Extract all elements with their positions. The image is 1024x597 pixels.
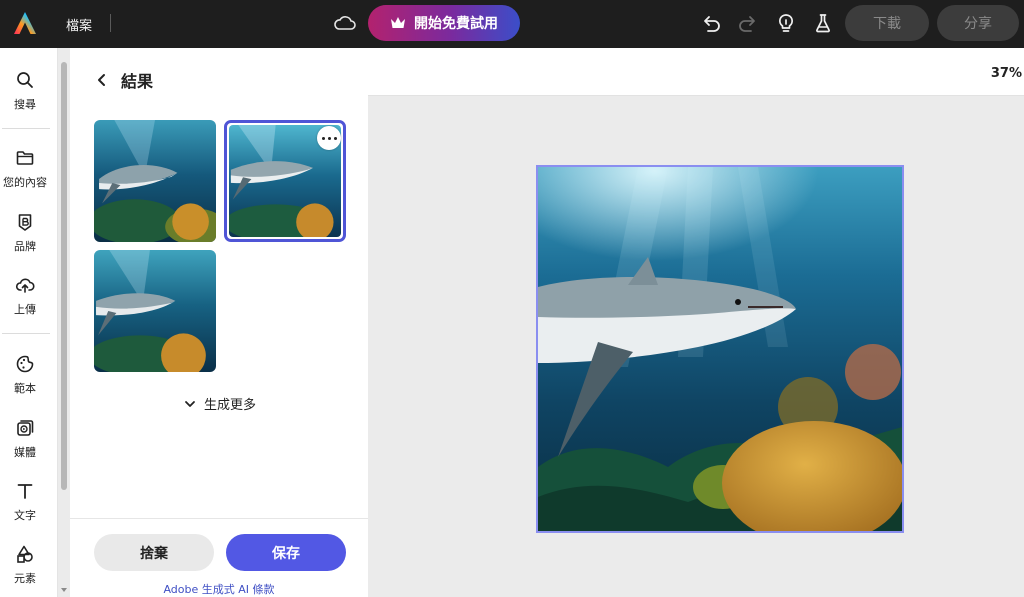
top-bar: 檔案 開始免費試用 下載 分享 [0, 0, 1024, 48]
more-dot-icon [327, 136, 331, 140]
rail-item-elements[interactable]: 元素 [0, 544, 50, 586]
zoom-level[interactable]: 37% [991, 66, 1022, 81]
share-button[interactable]: 分享 [937, 5, 1019, 41]
result-thumbnail-3[interactable] [94, 250, 216, 372]
rail-item-your-content[interactable]: 您的內容 [0, 148, 50, 190]
rail-label-text: 文字 [14, 509, 36, 522]
rail-item-search[interactable]: 搜尋 [0, 70, 50, 112]
adobe-express-logo-icon[interactable] [12, 10, 38, 36]
download-button[interactable]: 下載 [845, 5, 929, 41]
back-chevron-icon[interactable] [94, 72, 110, 88]
undo-icon[interactable] [700, 12, 722, 34]
crown-icon [391, 17, 405, 28]
search-icon [17, 72, 33, 88]
upload-icon [15, 278, 35, 293]
lightbulb-icon[interactable] [775, 12, 797, 34]
cloud-icon[interactable] [333, 12, 357, 34]
title-divider [110, 14, 111, 32]
rail-label-your-content: 您的內容 [3, 176, 47, 189]
rail-label-brand: 品牌 [14, 240, 36, 253]
result-thumbnail-1[interactable] [94, 120, 216, 242]
more-dot-icon [333, 136, 337, 140]
canvas-artwork[interactable] [536, 165, 904, 533]
rail-label-upload: 上傳 [14, 303, 36, 316]
folder-icon [16, 151, 34, 165]
rail-divider [2, 128, 50, 129]
rail-label-templates: 範本 [14, 382, 36, 395]
generate-more-button[interactable]: 生成更多 [184, 394, 256, 413]
rail-item-templates[interactable]: 範本 [0, 354, 50, 396]
save-button[interactable]: 保存 [226, 534, 346, 571]
shark-thumbnail-image [94, 120, 216, 242]
shark-thumbnail-image [94, 250, 216, 372]
rail-scrollbar-thumb[interactable] [61, 62, 67, 490]
generative-ai-terms-link[interactable]: Adobe 生成式 AI 條款 [70, 581, 368, 597]
rail-label-search: 搜尋 [14, 98, 36, 111]
brand-icon [18, 214, 32, 231]
generate-more-label: 生成更多 [204, 398, 257, 413]
trial-button-label: 開始免費試用 [414, 16, 498, 32]
left-rail: 搜尋 您的內容 品牌 上傳 範本 媒體 文字 元素 [0, 48, 58, 597]
rail-item-media[interactable]: 媒體 [0, 418, 50, 460]
template-icon [16, 355, 34, 373]
media-icon [17, 420, 34, 436]
lab-flask-icon[interactable] [812, 12, 834, 34]
result-more-options-button[interactable] [317, 126, 341, 150]
scroll-down-arrow-icon[interactable] [61, 588, 67, 592]
discard-button[interactable]: 捨棄 [94, 534, 214, 571]
panel-footer: 捨棄 保存 Adobe 生成式 AI 條款 [70, 518, 368, 597]
rail-label-media: 媒體 [14, 446, 36, 459]
more-dot-icon [321, 136, 325, 140]
rail-item-brand[interactable]: 品牌 [0, 212, 50, 254]
file-menu[interactable]: 檔案 [66, 15, 92, 34]
canvas-toolbar: 37% [368, 48, 1024, 96]
rail-label-elements: 元素 [14, 572, 36, 585]
rail-scrollbar[interactable] [60, 62, 68, 592]
rail-item-text[interactable]: 文字 [0, 481, 50, 523]
rail-item-upload[interactable]: 上傳 [0, 275, 50, 317]
redo-icon[interactable] [737, 12, 759, 34]
rail-divider [2, 333, 50, 334]
shark-artwork-image [538, 167, 902, 531]
elements-icon [17, 545, 33, 563]
chevron-down-icon [185, 400, 195, 407]
panel-title: 結果 [121, 72, 154, 91]
text-icon [17, 484, 33, 499]
start-free-trial-button[interactable]: 開始免費試用 [368, 5, 520, 41]
